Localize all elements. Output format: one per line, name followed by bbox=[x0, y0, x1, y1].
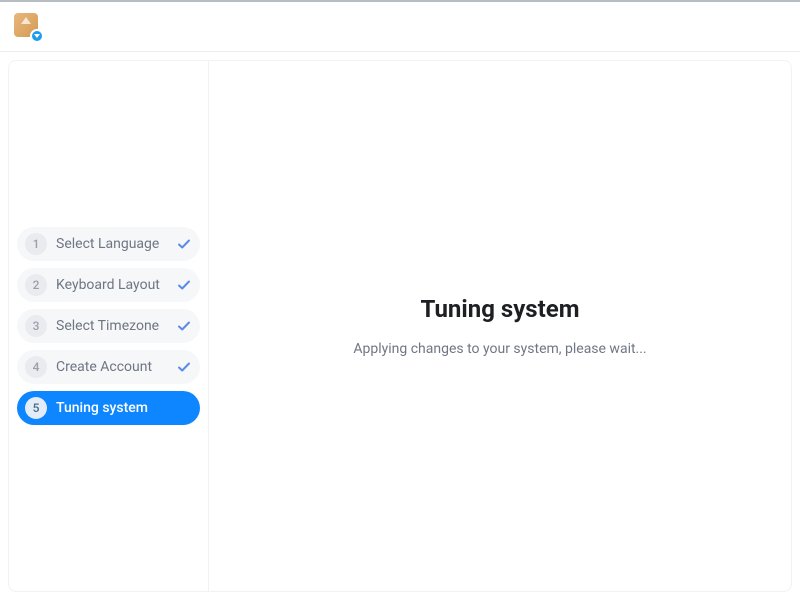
header-bar bbox=[0, 2, 800, 52]
page-title: Tuning system bbox=[421, 295, 580, 323]
step-number-badge: 2 bbox=[25, 274, 47, 296]
step-label: Keyboard Layout bbox=[56, 277, 167, 293]
download-badge-icon bbox=[30, 29, 44, 43]
step-number-badge: 5 bbox=[25, 397, 47, 419]
step-label: Select Language bbox=[56, 236, 167, 252]
step-select-language: 1 Select Language bbox=[17, 227, 200, 261]
step-number-badge: 1 bbox=[25, 233, 47, 255]
check-icon bbox=[176, 359, 192, 375]
step-create-account: 4 Create Account bbox=[17, 350, 200, 384]
step-number-badge: 3 bbox=[25, 315, 47, 337]
page-subtitle: Applying changes to your system, please … bbox=[353, 341, 646, 357]
content-panel: 1 Select Language 2 Keyboard Layout 3 Se… bbox=[8, 60, 792, 592]
main-content: Tuning system Applying changes to your s… bbox=[209, 61, 791, 591]
step-label: Tuning system bbox=[56, 400, 192, 416]
installer-app-icon bbox=[14, 13, 42, 41]
step-select-timezone: 3 Select Timezone bbox=[17, 309, 200, 343]
step-number-badge: 4 bbox=[25, 356, 47, 378]
step-tuning-system: 5 Tuning system bbox=[17, 391, 200, 425]
main-container: 1 Select Language 2 Keyboard Layout 3 Se… bbox=[0, 52, 800, 600]
check-icon bbox=[176, 236, 192, 252]
check-icon bbox=[176, 277, 192, 293]
step-list: 1 Select Language 2 Keyboard Layout 3 Se… bbox=[17, 227, 200, 425]
check-icon bbox=[176, 318, 192, 334]
step-label: Select Timezone bbox=[56, 318, 167, 334]
steps-sidebar: 1 Select Language 2 Keyboard Layout 3 Se… bbox=[9, 61, 209, 591]
step-label: Create Account bbox=[56, 359, 167, 375]
step-keyboard-layout: 2 Keyboard Layout bbox=[17, 268, 200, 302]
